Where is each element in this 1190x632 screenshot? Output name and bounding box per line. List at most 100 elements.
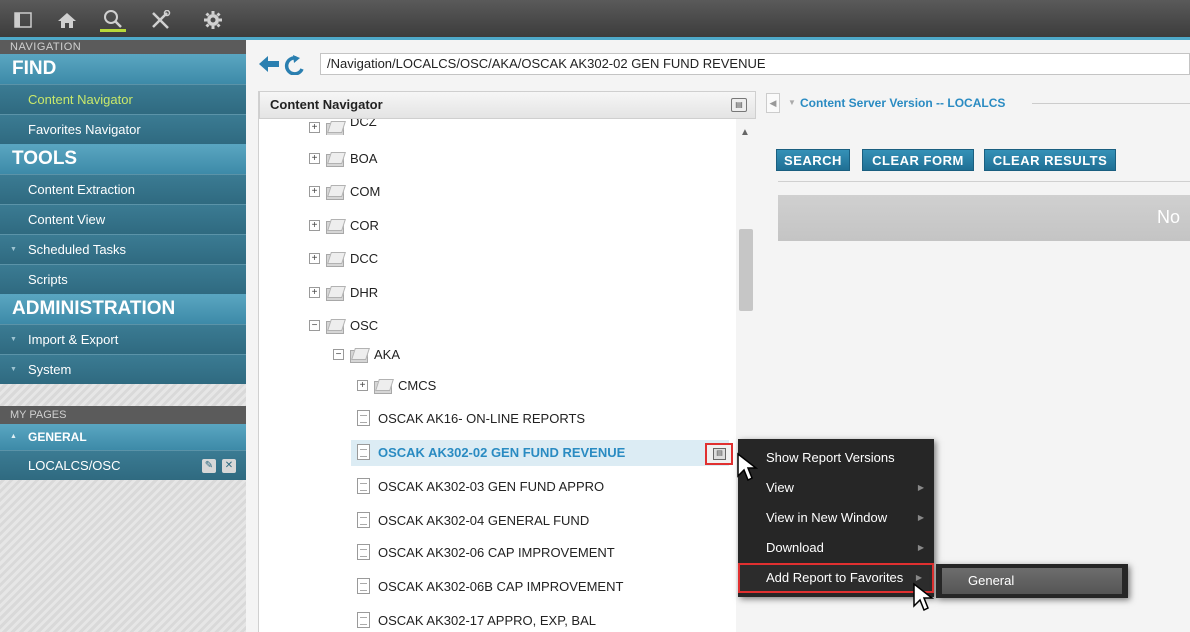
- tree-row[interactable]: OSCAK AK302-06B CAP IMPROVEMENT: [357, 573, 623, 599]
- tree-label: OSCAK AK302-03 GEN FUND APPRO: [378, 478, 605, 494]
- row-menu-button[interactable]: ▤: [705, 443, 733, 465]
- tree-row[interactable]: + DCZ: [309, 119, 377, 135]
- tree-label: DCZ: [350, 119, 377, 129]
- collapse-icon[interactable]: −: [333, 348, 344, 360]
- search-icon[interactable]: [100, 8, 126, 32]
- my-pages-group-general[interactable]: GENERAL: [0, 424, 246, 450]
- tree-row[interactable]: OSCAK AK302-06 CAP IMPROVEMENT: [357, 539, 615, 565]
- folder-icon: [326, 185, 344, 200]
- report-document-icon: [357, 512, 370, 528]
- tree-label: OSCAK AK302-17 APPRO, EXP, BAL: [378, 612, 596, 628]
- expand-icon[interactable]: +: [309, 252, 320, 264]
- tree-label: OSCAK AK16- ON-LINE REPORTS: [378, 410, 586, 426]
- menu-item-view-in-new-window[interactable]: View in New Window ▶: [738, 503, 934, 533]
- sidebar-item-content-extraction[interactable]: Content Extraction: [0, 174, 246, 204]
- tree-row[interactable]: + DHR: [309, 279, 378, 305]
- tree-row[interactable]: OSCAK AK302-04 GENERAL FUND: [357, 507, 589, 533]
- scrollbar-thumb[interactable]: [739, 229, 753, 311]
- sidebar-item-import-export[interactable]: Import & Export: [0, 324, 246, 355]
- tree-label: DCC: [350, 250, 379, 266]
- tree-label: OSCAK AK302-04 GENERAL FUND: [378, 512, 590, 528]
- expand-icon[interactable]: +: [309, 219, 320, 231]
- my-pages-item-label: LOCALCS/OSC: [28, 458, 121, 473]
- find-section-header[interactable]: FIND: [0, 54, 246, 84]
- menu-item-show-report-versions[interactable]: Show Report Versions: [738, 443, 934, 473]
- tree-label: AKA: [374, 346, 401, 362]
- content-server-title[interactable]: Content Server Version -- LOCALCS: [800, 96, 1005, 110]
- submenu-arrow-icon: ▶: [917, 513, 924, 522]
- edit-icon[interactable]: ✎: [202, 459, 216, 473]
- breadcrumb-path[interactable]: /Navigation/LOCALCS/OSC/AKA/OSCAK AK302-…: [320, 53, 1190, 75]
- menu-item-label: Add Report to Favorites: [766, 570, 904, 585]
- results-text: No: [1156, 207, 1180, 227]
- report-document-icon: [357, 478, 370, 494]
- submenu-item-general[interactable]: General: [942, 568, 1122, 594]
- open-folder-icon: [326, 319, 344, 334]
- expand-icon[interactable]: +: [309, 286, 320, 298]
- tree-row-selected[interactable]: OSCAK AK302-02 GEN FUND REVENUE: [357, 439, 625, 465]
- left-sidebar: NAVIGATION FIND Content Navigator Favori…: [0, 40, 246, 632]
- expand-icon[interactable]: +: [309, 152, 320, 164]
- scroll-up-icon[interactable]: ▲: [740, 127, 750, 138]
- sidebar-item-scheduled-tasks[interactable]: Scheduled Tasks: [0, 234, 246, 265]
- folder-icon: [326, 152, 344, 167]
- my-pages-caption: MY PAGES: [0, 406, 246, 424]
- divider: [778, 181, 1190, 182]
- tools-section-header[interactable]: TOOLS: [0, 144, 246, 174]
- row-menu-icon: ▤: [713, 448, 726, 460]
- refresh-icon[interactable]: [284, 55, 306, 78]
- sidebar-item-favorites-navigator[interactable]: Favorites Navigator: [0, 114, 246, 144]
- expand-icon[interactable]: +: [357, 379, 368, 391]
- administration-section-header[interactable]: ADMINISTRATION: [0, 294, 246, 324]
- tree-label: OSCAK AK302-02 GEN FUND REVENUE: [378, 444, 626, 460]
- tree-label: OSC: [350, 317, 379, 333]
- sidebar-item-system[interactable]: System: [0, 354, 246, 385]
- tree-label: DHR: [350, 284, 379, 300]
- tree-row[interactable]: + BOA: [309, 145, 377, 171]
- clear-results-button[interactable]: CLEAR RESULTS: [984, 149, 1116, 171]
- back-arrow-icon[interactable]: [258, 55, 280, 76]
- collapse-icon[interactable]: −: [309, 319, 320, 331]
- tree-row[interactable]: OSCAK AK302-17 APPRO, EXP, BAL: [357, 607, 596, 632]
- tree-row[interactable]: − AKA: [333, 341, 400, 367]
- tree-row[interactable]: + COR: [309, 212, 379, 238]
- tree-row[interactable]: + DCC: [309, 245, 378, 271]
- close-icon[interactable]: ✕: [222, 459, 236, 473]
- tree-label: OSCAK AK302-06B CAP IMPROVEMENT: [378, 578, 624, 594]
- divider: [1032, 103, 1190, 104]
- tree-row[interactable]: + CMCS: [357, 372, 436, 398]
- content-navigator-header: Content Navigator ▤: [259, 91, 756, 119]
- menu-item-view[interactable]: View ▶: [738, 473, 934, 503]
- report-document-icon: [357, 444, 370, 460]
- folder-icon: [374, 379, 392, 394]
- tree-row[interactable]: OSCAK AK302-03 GEN FUND APPRO: [357, 473, 604, 499]
- tree-row[interactable]: − OSC: [309, 312, 378, 338]
- submenu-arrow-icon: ▶: [917, 543, 924, 552]
- menu-item-label: Show Report Versions: [766, 450, 895, 465]
- panel-toggle-icon[interactable]: [10, 8, 36, 32]
- menu-item-label: View: [766, 480, 794, 495]
- panel-menu-icon[interactable]: ▤: [731, 98, 747, 112]
- sidebar-item-scripts[interactable]: Scripts: [0, 264, 246, 294]
- top-toolbar: [0, 0, 1190, 40]
- menu-item-add-report-to-favorites[interactable]: Add Report to Favorites ▶: [738, 563, 934, 593]
- search-button[interactable]: SEARCH: [776, 149, 850, 171]
- content-navigator-title: Content Navigator: [270, 97, 383, 112]
- expand-icon[interactable]: +: [309, 185, 320, 197]
- report-document-icon: [357, 410, 370, 426]
- home-icon[interactable]: [54, 8, 80, 32]
- tree-row[interactable]: OSCAK AK16- ON-LINE REPORTS: [357, 405, 585, 431]
- gear-icon[interactable]: [200, 8, 226, 32]
- sidebar-item-content-navigator[interactable]: Content Navigator: [0, 84, 246, 114]
- menu-item-download[interactable]: Download ▶: [738, 533, 934, 563]
- tree-label: BOA: [350, 150, 378, 166]
- results-band: No: [778, 195, 1190, 241]
- tree-row[interactable]: + COM: [309, 178, 380, 204]
- sidebar-item-content-view[interactable]: Content View: [0, 204, 246, 234]
- clear-form-button[interactable]: CLEAR FORM: [862, 149, 974, 171]
- chevron-down-icon: ▼: [788, 98, 796, 107]
- expand-icon[interactable]: +: [309, 121, 320, 133]
- collapse-panel-icon[interactable]: ◀: [766, 93, 780, 113]
- my-pages-item[interactable]: LOCALCS/OSC ✎ ✕: [0, 450, 246, 480]
- tools-icon[interactable]: [148, 8, 174, 32]
